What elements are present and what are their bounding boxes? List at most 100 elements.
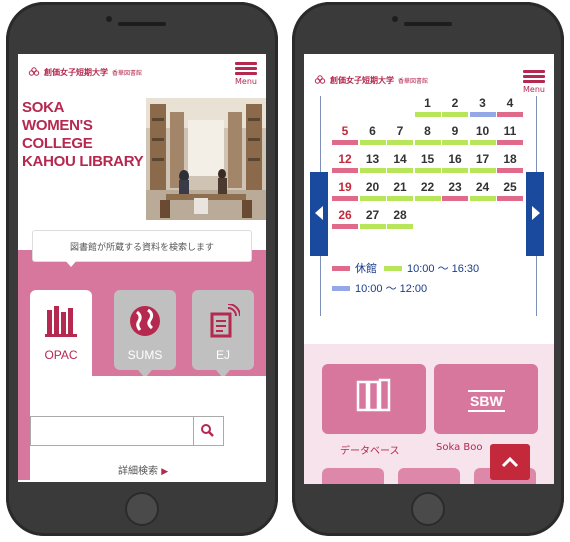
calendar-day: 22: [420, 180, 435, 194]
search-icon: [201, 424, 214, 437]
calendar-day: 26: [338, 208, 352, 222]
calendar-day-status-bar: [359, 168, 386, 173]
legend-label: 10:00 ～ 16:30: [407, 263, 480, 275]
camera-dot: [392, 16, 398, 22]
menu-label: Menu: [235, 77, 257, 86]
calendar-day: 21: [393, 180, 407, 194]
calendar-day-status-bar: [469, 112, 496, 117]
calendar-day-status-bar: [469, 140, 496, 145]
hamburger-bar: [523, 80, 545, 83]
database-tile[interactable]: [322, 364, 426, 434]
calendar-day: 20: [365, 180, 380, 194]
calendar-day-status-bar: [497, 196, 523, 201]
calendar-day-status-bar: [442, 168, 468, 173]
sbw-badge: SBW: [468, 390, 505, 412]
calendar-day-status-bar: [387, 168, 413, 173]
link-tile[interactable]: [398, 468, 460, 484]
calendar-day: 13: [365, 152, 380, 166]
calendar-day: 15: [420, 152, 435, 166]
library-title: SOKA WOMEN'S COLLEGE KAHOU LIBRARY: [22, 99, 144, 171]
calendar-legend-item: 10:00 ～ 16:30: [384, 260, 479, 276]
calendar-day-status-bar: [497, 112, 523, 117]
left-screen: 創価女子短期大学 香華図書館 Menu SOKA WOMEN'S COLLEGE…: [18, 54, 266, 482]
calendar-day-status-bar: [332, 140, 358, 145]
site-header: 創価女子短期大学 香華図書館 Menu: [18, 54, 266, 92]
site-header: 創価女子短期大学 香華図書館 Menu: [304, 54, 554, 94]
tab-label-sums: SUMS: [127, 348, 163, 362]
calendar-day-status-bar: [332, 168, 358, 173]
calendar-day-status-bar: [332, 196, 358, 201]
next-month-button[interactable]: [526, 172, 544, 256]
advanced-search-label: 詳細検索: [118, 466, 158, 477]
calendar-day-status-bar: [332, 224, 358, 229]
calendar-day: 4: [506, 96, 514, 110]
calendar-day: 8: [424, 124, 431, 138]
tab-label-ej: EJ: [215, 348, 230, 362]
calendar-day: 24: [475, 180, 490, 194]
calendar-day: 14: [393, 152, 407, 166]
caption-pointer: [64, 259, 78, 267]
books-icon: [45, 306, 77, 337]
database-label: データベース: [340, 446, 400, 457]
home-button[interactable]: [411, 492, 445, 526]
calendar-legend-item: 休館: [332, 260, 377, 276]
calendar-day-status-bar: [387, 224, 413, 229]
chevron-up-icon: [501, 456, 519, 468]
advanced-search-link[interactable]: 詳細検索 ▶: [118, 462, 168, 477]
legend-label: 休館: [355, 263, 377, 275]
chevron-right-icon: [532, 206, 540, 220]
left-phone-frame: 創価女子短期大学 香華図書館 Menu SOKA WOMEN'S COLLEGE…: [6, 2, 278, 536]
legend-label: 10:00 ～ 12:00: [355, 283, 428, 295]
hamburger-bar: [235, 67, 257, 70]
menu-button[interactable]: Menu: [520, 68, 548, 94]
calendar-day-status-bar: [497, 168, 523, 173]
calendar-day: 11: [503, 124, 517, 138]
search-input[interactable]: [30, 416, 194, 446]
link-tile[interactable]: [322, 468, 384, 484]
tab-label-opac: OPAC: [44, 348, 78, 362]
calendar-day: 2: [451, 96, 459, 110]
speaker-slot: [404, 22, 452, 26]
calendar-day: 16: [448, 152, 462, 166]
opening-calendar: 1 2 3 4 5 6 7 8 9 10 11 12 13 14 15 16 17 18 19 20 21 22 23 24 2…: [310, 96, 550, 324]
logo-text: 創価女子短期大学: [44, 67, 108, 77]
site-logo[interactable]: 創価女子短期大学 香華図書館: [314, 74, 428, 86]
calendar-day: 1: [424, 96, 431, 110]
ejournal-icon: [210, 304, 240, 338]
logo-subtext: 香華図書館: [398, 77, 429, 85]
tab-opac[interactable]: OPAC: [30, 290, 92, 384]
calendar-day-status-bar: [469, 168, 496, 173]
title-line: KAHOU LIBRARY: [22, 153, 144, 170]
calendar-day-status-bar: [414, 140, 441, 145]
site-logo[interactable]: 創価女子短期大学 香華図書館: [28, 66, 142, 78]
tab-ej[interactable]: EJ: [192, 290, 254, 370]
tab-sums[interactable]: SUMS: [114, 290, 176, 370]
home-button[interactable]: [125, 492, 159, 526]
calendar-day: 23: [448, 180, 462, 194]
calendar-day-status-bar: [359, 224, 386, 229]
flower-logo-icon: [28, 67, 40, 76]
search-button[interactable]: [194, 416, 224, 446]
calendar-day-status-bar: [442, 140, 468, 145]
calendar-day: 10: [475, 124, 490, 138]
title-line: WOMEN'S: [22, 117, 93, 134]
database-books-icon: [356, 378, 391, 412]
calendar-day: 9: [451, 124, 459, 138]
back-to-top-button[interactable]: [490, 444, 530, 480]
hamburger-bar: [523, 75, 545, 78]
logo-subtext: 香華図書館: [112, 69, 143, 77]
title-line: COLLEGE: [22, 135, 93, 152]
calendar-day: 7: [396, 124, 404, 138]
calendar-day: 17: [475, 152, 490, 166]
calendar-day-status-bar: [414, 196, 441, 201]
calendar-day-status-bar: [442, 196, 468, 201]
flower-logo-icon: [314, 75, 326, 84]
legend-swatch: [384, 265, 402, 271]
caret-right-icon: ▶: [161, 467, 169, 477]
menu-button[interactable]: Menu: [232, 60, 260, 86]
calendar-day: 19: [338, 180, 352, 194]
search-caption: 図書館が所蔵する資料を検索します: [69, 243, 214, 253]
prev-month-button[interactable]: [310, 172, 328, 256]
library-interior-photo: [146, 98, 266, 220]
sbw-tile[interactable]: SBW: [434, 364, 538, 434]
